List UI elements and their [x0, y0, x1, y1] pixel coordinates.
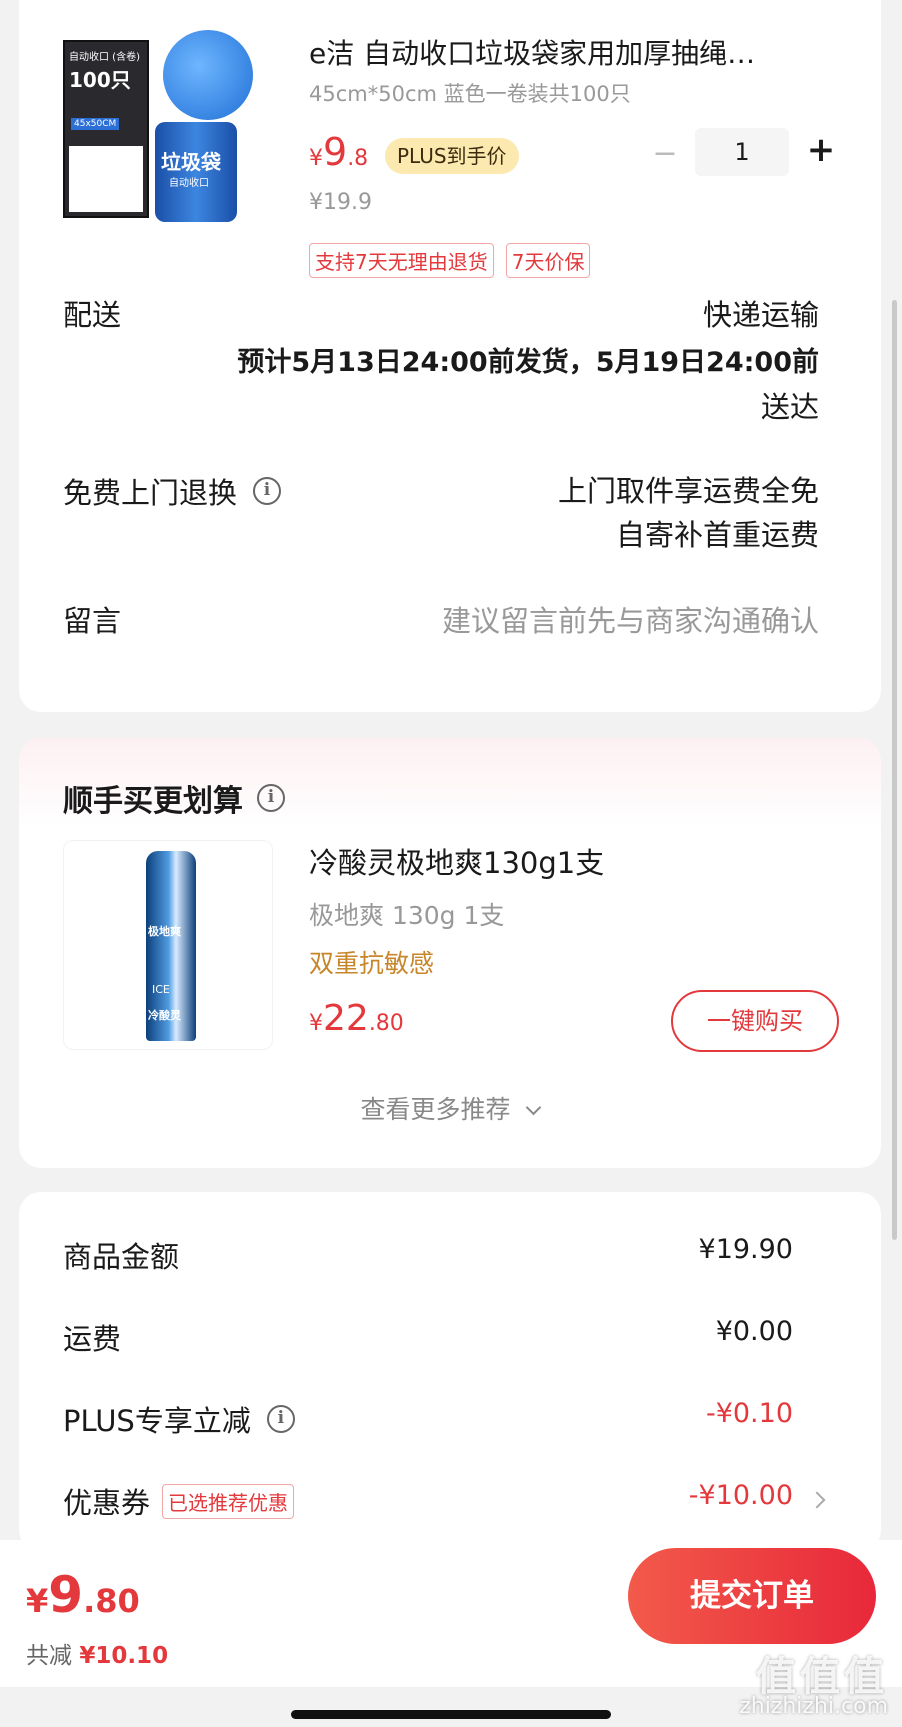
return-self-ship-text: 自寄补首重运费: [615, 518, 819, 552]
quantity-plus-button[interactable]: +: [801, 130, 841, 170]
tag-7day-return: 支持7天无理由退货: [309, 243, 494, 278]
home-indicator[interactable]: [291, 1710, 611, 1719]
summary-value-shipping: ¥0.00: [715, 1316, 793, 1347]
price-decimal: .8: [347, 146, 369, 171]
submit-order-button[interactable]: 提交订单: [628, 1548, 876, 1644]
toothpaste-ice-label: ICE: [152, 983, 170, 996]
toothpaste-tube: 极地爽 ICE 冷酸灵: [146, 851, 196, 1041]
price-symbol: ¥: [309, 1011, 323, 1036]
summary-label-plus: PLUS专享立减: [63, 1404, 251, 1438]
price-symbol: ¥: [26, 1582, 49, 1620]
quantity-input[interactable]: 1: [695, 128, 789, 176]
product-price: ¥9.8: [309, 130, 368, 174]
summary-value-coupon[interactable]: -¥10.00: [689, 1480, 793, 1511]
delivery-method[interactable]: 快递运输: [703, 292, 819, 334]
recommend-title: 顺手买更划算: [63, 784, 243, 819]
quantity-minus-button[interactable]: −: [645, 136, 685, 171]
original-price: ¥19.9: [309, 190, 372, 215]
summary-label-goods: 商品金额: [63, 1240, 180, 1274]
coupon-selected-tag: 已选推荐优惠: [162, 1483, 295, 1519]
total-price: ¥9.80: [26, 1566, 140, 1624]
recommend-item-spec: 极地爽 130g 1支: [309, 901, 505, 930]
coupon-row[interactable]: 优惠券 已选推荐优惠: [63, 1480, 295, 1522]
info-icon[interactable]: i: [266, 1405, 295, 1433]
toothpaste-label: 极地爽: [148, 925, 181, 938]
see-more-label: 查看更多推荐: [360, 1095, 511, 1124]
return-pickup-text: 上门取件享运费全免: [557, 474, 819, 508]
product-title[interactable]: e洁 自动收口垃圾袋家用加厚抽绳…: [309, 32, 755, 72]
summary-label-coupon: 优惠券: [63, 1486, 151, 1520]
saved-value: ¥10.10: [79, 1643, 169, 1669]
recommend-item-title[interactable]: 冷酸灵极地爽130g1支: [309, 840, 604, 882]
recommend-item-feature: 双重抗敏感: [309, 949, 435, 978]
recommend-item-image[interactable]: 极地爽 ICE 冷酸灵: [63, 840, 273, 1050]
price-integer: 22: [323, 998, 369, 1039]
see-more-recommend[interactable]: 查看更多推荐: [19, 1090, 881, 1126]
service-tags: 支持7天无理由退货 7天价保: [309, 243, 591, 278]
price-decimal: .80: [83, 1582, 140, 1620]
chevron-down-icon: [526, 1099, 542, 1116]
summary-value-goods: ¥19.90: [698, 1234, 793, 1265]
delivery-estimate-end: 送达: [760, 390, 819, 424]
saved-label: 共减: [26, 1643, 72, 1669]
info-icon[interactable]: i: [253, 477, 282, 505]
price-integer: 9: [323, 130, 348, 174]
chevron-right-icon[interactable]: [808, 1491, 826, 1509]
summary-label-shipping: 运费: [63, 1322, 122, 1356]
total-saved: 共减 ¥10.10: [26, 1636, 168, 1670]
product-box-count: 100只: [69, 68, 131, 92]
recommend-card: 顺手买更划算 i 极地爽 ICE 冷酸灵 冷酸灵极地爽130g1支 极地爽 13…: [19, 738, 881, 1168]
price-decimal: .80: [368, 1011, 404, 1036]
one-click-buy-button[interactable]: 一键购买: [671, 990, 839, 1052]
price-symbol: ¥: [309, 146, 323, 171]
free-return-label: 免费上门退换: [63, 476, 238, 510]
product-image[interactable]: 自动收口 (含卷) 100只 45x50CM 垃圾袋 自动收口: [63, 30, 253, 222]
order-product-card: 自动收口 (含卷) 100只 45x50CM 垃圾袋 自动收口 e洁 自动收口垃…: [19, 0, 881, 712]
product-can-text: 垃圾袋: [161, 150, 221, 174]
free-return-row[interactable]: 免费上门退换 i: [63, 470, 282, 512]
product-box-image: 自动收口 (含卷) 100只 45x50CM: [63, 40, 149, 218]
product-box-title: 自动收口 (含卷): [69, 52, 140, 63]
product-box-size: 45x50CM: [71, 118, 120, 130]
delivery-estimate: 预计5月13日24:00前发货，5月19日24:00前: [237, 347, 819, 378]
product-spec[interactable]: 45cm*50cm 蓝色一卷装共100只: [309, 78, 631, 108]
plus-price-badge: PLUS到手价: [385, 138, 519, 174]
message-label: 留言: [63, 604, 122, 638]
recommend-header: 顺手买更划算 i: [63, 776, 285, 820]
scrollbar[interactable]: [892, 300, 897, 1240]
toothpaste-brand-label: 冷酸灵: [148, 1009, 181, 1022]
product-box-panel: [69, 146, 143, 212]
tag-price-protect: 7天价保: [505, 243, 591, 278]
product-can-image: 垃圾袋 自动收口: [155, 122, 237, 222]
product-can-subtext: 自动收口: [169, 178, 209, 189]
recommend-item-price: ¥22.80: [309, 998, 404, 1039]
plus-discount-row: PLUS专享立减 i: [63, 1398, 295, 1440]
watermark-url: zhizhizhi.com: [739, 1694, 888, 1719]
message-input[interactable]: 建议留言前先与商家沟通确认: [442, 598, 819, 640]
delivery-label: 配送: [63, 298, 122, 332]
product-bag-image: [163, 30, 253, 120]
price-summary-card: 商品金额 ¥19.90 运费 ¥0.00 PLUS专享立减 i -¥0.10 优…: [19, 1192, 881, 1552]
price-integer: 9: [48, 1566, 84, 1624]
summary-value-plus: -¥0.10: [705, 1398, 793, 1429]
info-icon[interactable]: i: [257, 784, 285, 812]
